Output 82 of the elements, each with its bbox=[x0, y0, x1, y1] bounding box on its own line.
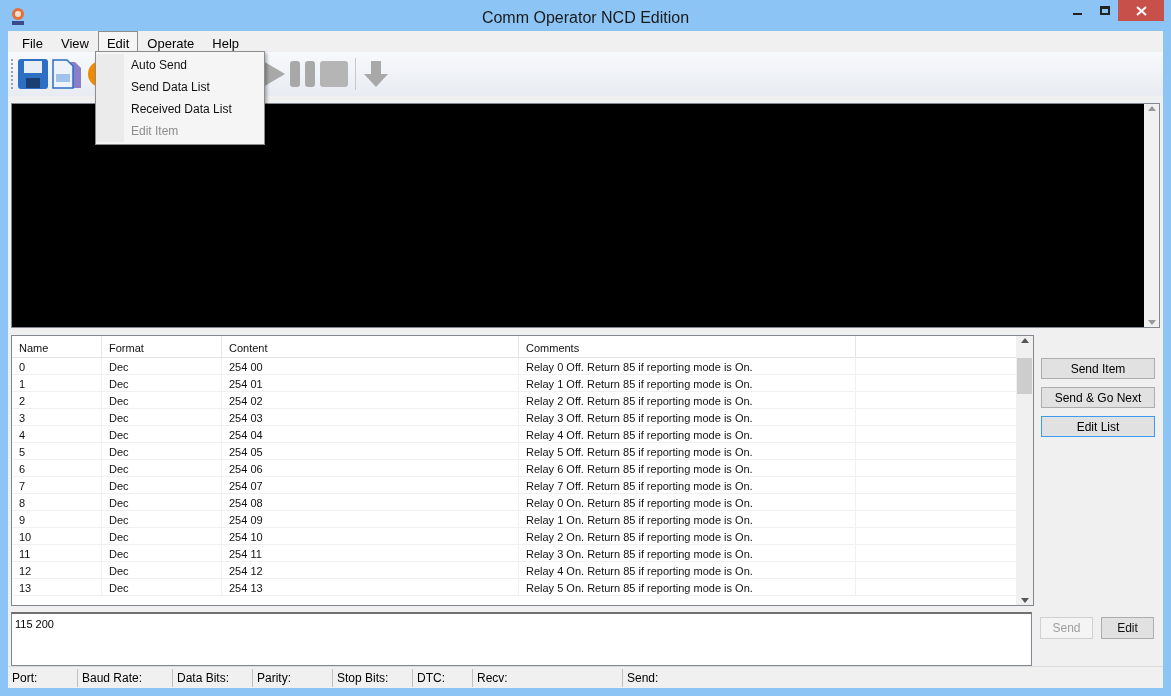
table-cell: Relay 2 On. Return 85 if reporting mode is On. bbox=[519, 528, 856, 544]
dropdown-item[interactable]: Received Data List bbox=[124, 98, 264, 120]
list-action-button[interactable]: Send & Go Next bbox=[1041, 387, 1155, 408]
status-field: Stop Bits: bbox=[333, 668, 413, 687]
input-action-button[interactable]: Edit bbox=[1101, 617, 1154, 639]
window-title: Comm Operator NCD Edition bbox=[481, 8, 690, 28]
table-cell: Dec bbox=[102, 477, 222, 493]
table-cell: Dec bbox=[102, 579, 222, 595]
table-cell: Relay 7 Off. Return 85 if reporting mode is On. bbox=[519, 477, 856, 493]
status-field: Data Bits: bbox=[173, 668, 253, 687]
table-cell: 6 bbox=[12, 460, 102, 476]
table-cell: 3 bbox=[12, 409, 102, 425]
table-cell: Relay 2 Off. Return 85 if reporting mode is On. bbox=[519, 392, 856, 408]
status-field: Send: bbox=[623, 668, 703, 687]
table-cell: Dec bbox=[102, 460, 222, 476]
table-cell: 254 02 bbox=[222, 392, 519, 408]
menu-item[interactable]: File bbox=[13, 31, 52, 52]
table-cell: Dec bbox=[102, 443, 222, 459]
column-header[interactable]: Comments bbox=[519, 336, 856, 357]
table-cell: 1 bbox=[12, 375, 102, 391]
column-header[interactable]: Format bbox=[102, 336, 222, 357]
column-header[interactable]: Content bbox=[222, 336, 519, 357]
table-cell: 254 01 bbox=[222, 375, 519, 391]
table-cell: Dec bbox=[102, 511, 222, 527]
dropdown-item[interactable]: Auto Send bbox=[124, 54, 264, 76]
table-cell: 2 bbox=[12, 392, 102, 408]
table-cell: 254 07 bbox=[222, 477, 519, 493]
table-cell: Dec bbox=[102, 494, 222, 510]
table-cell: Relay 3 Off. Return 85 if reporting mode is On. bbox=[519, 409, 856, 425]
column-header[interactable]: Name bbox=[12, 336, 102, 357]
status-field: DTC: bbox=[413, 668, 473, 687]
table-cell: Relay 0 On. Return 85 if reporting mode is On. bbox=[519, 494, 856, 510]
status-field: Port: bbox=[8, 668, 78, 687]
table-cell: Dec bbox=[102, 562, 222, 578]
status-field: Parity: bbox=[253, 668, 333, 687]
table-cell: 13 bbox=[12, 579, 102, 595]
table-cell: Dec bbox=[102, 426, 222, 442]
table-cell: 10 bbox=[12, 528, 102, 544]
table-cell: Dec bbox=[102, 375, 222, 391]
table-cell: 254 00 bbox=[222, 358, 519, 374]
table-cell: 254 12 bbox=[222, 562, 519, 578]
table-cell: Dec bbox=[102, 545, 222, 561]
table-cell: 8 bbox=[12, 494, 102, 510]
table-cell: 254 05 bbox=[222, 443, 519, 459]
table-cell: 4 bbox=[12, 426, 102, 442]
table-cell: 254 09 bbox=[222, 511, 519, 527]
table-cell: Relay 5 On. Return 85 if reporting mode is On. bbox=[519, 579, 856, 595]
table-cell: Dec bbox=[102, 409, 222, 425]
list-action-button[interactable]: Edit List bbox=[1041, 416, 1155, 437]
menu-item[interactable]: Operate bbox=[138, 31, 204, 52]
table-cell: 12 bbox=[12, 562, 102, 578]
table-cell: 254 03 bbox=[222, 409, 519, 425]
menu-item[interactable]: View bbox=[51, 31, 98, 52]
table-cell: Relay 5 Off. Return 85 if reporting mode is On. bbox=[519, 443, 856, 459]
table-cell: Relay 6 Off. Return 85 if reporting mode is On. bbox=[519, 460, 856, 476]
menu-item[interactable]: Help bbox=[203, 31, 249, 52]
table-cell: 254 11 bbox=[222, 545, 519, 561]
table-cell: Dec bbox=[102, 528, 222, 544]
table-cell: Relay 4 On. Return 85 if reporting mode is On. bbox=[519, 562, 856, 578]
table-cell: Relay 3 On. Return 85 if reporting mode is On. bbox=[519, 545, 856, 561]
table-cell: 254 13 bbox=[222, 579, 519, 595]
menu-item[interactable]: Edit bbox=[97, 31, 139, 52]
table-cell: 254 08 bbox=[222, 494, 519, 510]
send-text-field[interactable]: 115 200 bbox=[11, 612, 1032, 666]
table-cell: 9 bbox=[12, 511, 102, 527]
status-field: Recv: bbox=[473, 668, 623, 687]
table-cell: Relay 0 Off. Return 85 if reporting mode is On. bbox=[519, 358, 856, 374]
table-cell: Relay 1 On. Return 85 if reporting mode is On. bbox=[519, 511, 856, 527]
status-field: Baud Rate: bbox=[78, 668, 173, 687]
table-cell: 254 04 bbox=[222, 426, 519, 442]
table-cell: Relay 1 Off. Return 85 if reporting mode is On. bbox=[519, 375, 856, 391]
table-cell: Relay 4 Off. Return 85 if reporting mode is On. bbox=[519, 426, 856, 442]
table-cell: 0 bbox=[12, 358, 102, 374]
table-cell: 11 bbox=[12, 545, 102, 561]
table-cell: 5 bbox=[12, 443, 102, 459]
list-action-button[interactable]: Send Item bbox=[1041, 358, 1155, 379]
table-cell: Dec bbox=[102, 358, 222, 374]
dropdown-item[interactable]: Send Data List bbox=[124, 76, 264, 98]
table-cell: 254 06 bbox=[222, 460, 519, 476]
table-cell: 7 bbox=[12, 477, 102, 493]
table-cell: Dec bbox=[102, 392, 222, 408]
table-cell: 254 10 bbox=[222, 528, 519, 544]
